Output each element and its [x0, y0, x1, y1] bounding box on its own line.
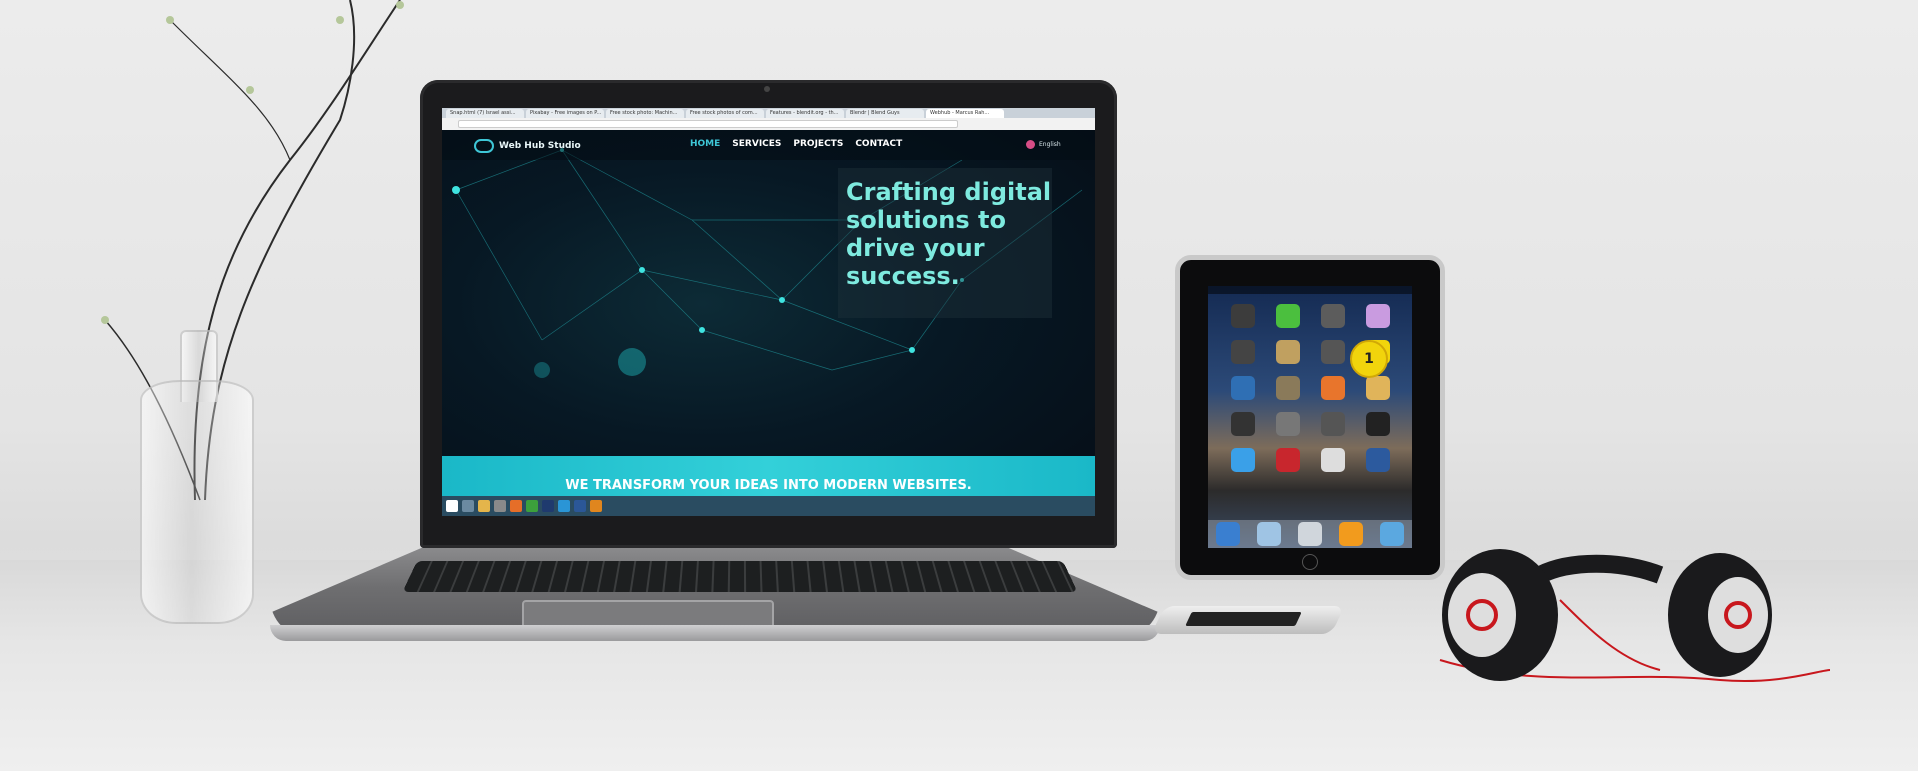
- browser-tab[interactable]: Blendr | Blend Guys: [846, 109, 924, 118]
- browser-tab-strip: Snap.html (7) Israel assi... Pixabay - F…: [442, 108, 1095, 118]
- player-screen: [1185, 612, 1302, 626]
- tablet-app[interactable]: [1265, 304, 1310, 328]
- laptop-rim: [270, 625, 1160, 641]
- language-selector[interactable]: English: [1026, 140, 1061, 149]
- taskbar-app-icon[interactable]: [494, 500, 506, 512]
- app-icon: [1320, 304, 1345, 328]
- app-icon: [1275, 448, 1300, 472]
- app-icon: [1230, 340, 1255, 364]
- product-scene: Snap.html (7) Israel assi... Pixabay - F…: [0, 0, 1918, 771]
- tablet-dock: [1208, 520, 1412, 548]
- mp3-player: [1151, 606, 1345, 634]
- tablet-app[interactable]: [1220, 340, 1265, 364]
- browser-tab[interactable]: Features - blendit.org - th...: [766, 109, 844, 118]
- os-taskbar: [442, 496, 1095, 516]
- app-icon: [1230, 376, 1255, 400]
- app-icon: [1230, 304, 1255, 328]
- site-navbar: Web Hub Studio HOME SERVICES PROJECTS CO…: [442, 130, 1095, 160]
- tablet-app[interactable]: [1220, 376, 1265, 400]
- app-icon: [1320, 412, 1345, 436]
- tablet-app[interactable]: [1355, 412, 1400, 436]
- chrome-icon[interactable]: [526, 500, 538, 512]
- tagline-banner: WE TRANSFORM YOUR IDEAS INTO MODERN WEBS…: [442, 456, 1095, 496]
- dock-app-icon[interactable]: [1297, 522, 1322, 546]
- nav-contact[interactable]: CONTACT: [855, 139, 902, 149]
- webcam: [764, 86, 770, 92]
- nav-home[interactable]: HOME: [690, 139, 720, 149]
- browser-tab[interactable]: Snap.html (7) Israel assi...: [446, 109, 524, 118]
- tablet-app[interactable]: [1310, 376, 1355, 400]
- tablet-app[interactable]: [1265, 412, 1310, 436]
- app-icon: [1365, 304, 1390, 328]
- brand-name: Web Hub Studio: [499, 141, 581, 151]
- tablet-app[interactable]: [1310, 340, 1355, 364]
- tablet-app[interactable]: [1310, 412, 1355, 436]
- flag-icon: [1026, 140, 1035, 149]
- nav-services[interactable]: SERVICES: [732, 139, 781, 149]
- laptop-lid: Snap.html (7) Israel assi... Pixabay - F…: [420, 80, 1117, 548]
- browser-tab[interactable]: Pixabay - Free images on P...: [526, 109, 604, 118]
- dock-app-icon[interactable]: [1257, 522, 1282, 546]
- firefox-icon[interactable]: [510, 500, 522, 512]
- taskbar-app-icon[interactable]: [462, 500, 474, 512]
- folder-icon[interactable]: [478, 500, 490, 512]
- dock-app-icon[interactable]: [1338, 522, 1363, 546]
- app-icon: [1275, 304, 1300, 328]
- photoshop-icon[interactable]: [542, 500, 554, 512]
- language-label: English: [1039, 141, 1061, 148]
- app-icon: [1230, 448, 1255, 472]
- tablet-app[interactable]: [1220, 304, 1265, 328]
- site-logo[interactable]: Web Hub Studio: [474, 139, 581, 153]
- website: Web Hub Studio HOME SERVICES PROJECTS CO…: [442, 130, 1095, 516]
- tablet-app[interactable]: [1265, 448, 1310, 472]
- word-icon[interactable]: [574, 500, 586, 512]
- tablet-app[interactable]: [1265, 376, 1310, 400]
- tablet-app[interactable]: [1310, 304, 1355, 328]
- app-icon: [1365, 412, 1390, 436]
- tablet-app[interactable]: [1265, 340, 1310, 364]
- address-bar[interactable]: [458, 120, 958, 128]
- laptop-keyboard: [402, 560, 1078, 592]
- app-icon: [1275, 376, 1300, 400]
- app-grid: [1220, 304, 1400, 472]
- dock-app-icon[interactable]: [1216, 522, 1241, 546]
- tablet-app[interactable]: [1355, 376, 1400, 400]
- tablet-yellow-badge: 1: [1350, 340, 1388, 378]
- banner-text: WE TRANSFORM YOUR IDEAS INTO MODERN WEBS…: [565, 478, 972, 493]
- site-menu: HOME SERVICES PROJECTS CONTACT: [690, 139, 902, 149]
- app-icon: [1320, 448, 1345, 472]
- app-icon: [1275, 340, 1300, 364]
- dock-app-icon[interactable]: [1379, 522, 1404, 546]
- home-button[interactable]: [1302, 554, 1318, 570]
- glass-vase: [140, 380, 254, 624]
- app-icon: [1365, 448, 1390, 472]
- app-icon: [1320, 340, 1345, 364]
- hero-headline: Crafting digital solutions to drive your…: [846, 178, 1052, 290]
- app-icon: [1365, 376, 1390, 400]
- tablet-app[interactable]: [1220, 448, 1265, 472]
- app-icon: [1275, 412, 1300, 436]
- app-icon: [1320, 376, 1345, 400]
- tablet-app[interactable]: [1220, 412, 1265, 436]
- nav-projects[interactable]: PROJECTS: [793, 139, 843, 149]
- tablet-app[interactable]: [1310, 448, 1355, 472]
- skype-icon[interactable]: [558, 500, 570, 512]
- tablet-status-bar: [1208, 286, 1412, 294]
- browser-tab-active[interactable]: Webhub - Marcus Rah...: [926, 109, 1004, 118]
- start-icon[interactable]: [446, 500, 458, 512]
- tablet-app[interactable]: [1355, 448, 1400, 472]
- headphones: [1439, 549, 1831, 682]
- taskbar-app-icon[interactable]: [590, 500, 602, 512]
- tablet-screen: [1208, 286, 1412, 548]
- tablet: 1: [1175, 255, 1445, 580]
- cloud-icon: [474, 139, 494, 153]
- browser-tab[interactable]: Free stock photo: Machin...: [606, 109, 684, 118]
- tablet-app[interactable]: [1355, 304, 1400, 328]
- browser-tab[interactable]: Free stock photos of com...: [686, 109, 764, 118]
- laptop-screen: Snap.html (7) Israel assi... Pixabay - F…: [442, 108, 1095, 516]
- app-icon: [1230, 412, 1255, 436]
